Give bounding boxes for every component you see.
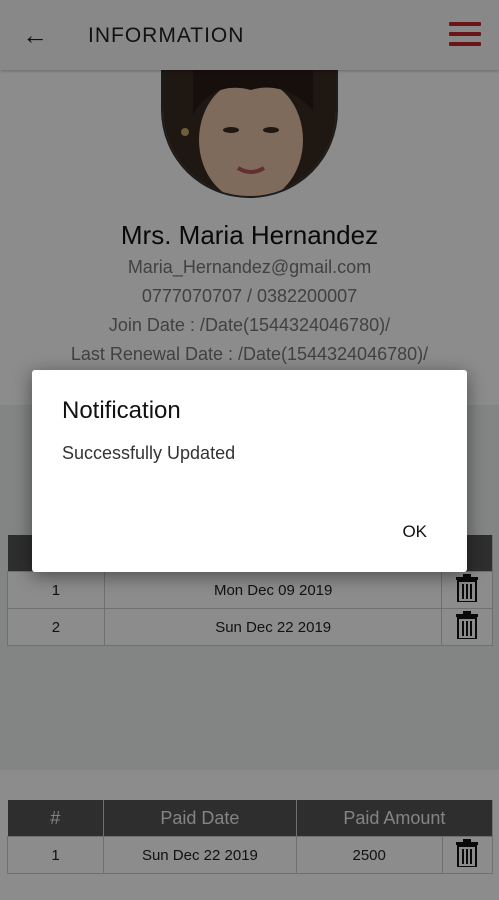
dialog-message: Successfully Updated bbox=[62, 443, 236, 463]
notification-dialog: Notification Successfully Updated OK bbox=[32, 370, 467, 572]
ok-button[interactable]: OK bbox=[402, 522, 427, 542]
dialog-title: Notification bbox=[62, 397, 181, 424]
